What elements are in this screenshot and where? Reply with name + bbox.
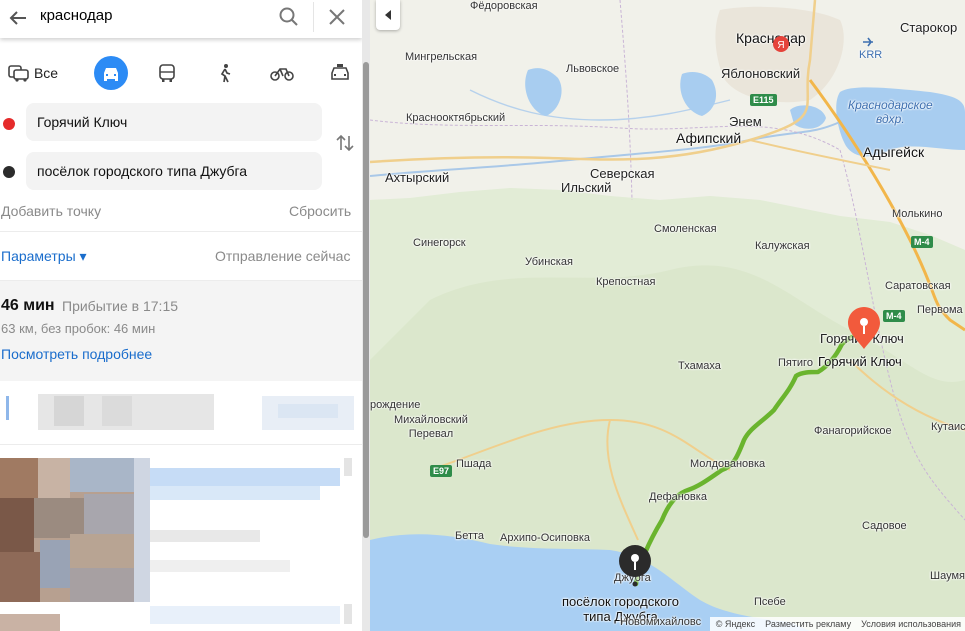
advertise-link[interactable]: Разместить рекламу: [765, 619, 851, 629]
map[interactable]: Фёдоровская Краснодар Я Старокор KRR Ябл…: [370, 0, 965, 631]
mode-all[interactable]: Все: [4, 56, 62, 90]
transport-modes: Все: [0, 56, 362, 90]
map-label: Адыгейск: [863, 144, 925, 160]
map-label: KRR: [859, 49, 883, 61]
map-label: Синегорск: [413, 237, 466, 249]
map-label: Михайловский Перевал: [394, 414, 468, 440]
map-label: Краснодар: [736, 30, 806, 46]
divider: [0, 444, 362, 445]
mode-car[interactable]: [94, 56, 128, 90]
road-number-badge: E115: [750, 94, 777, 106]
to-dot-icon: [3, 166, 15, 178]
map-label: Старокор: [900, 20, 958, 35]
map-label: Калужская: [755, 240, 810, 252]
map-label: Афипский: [676, 130, 742, 146]
chevron-left-icon: [385, 10, 391, 20]
map-label: Пятиго: [778, 357, 813, 369]
map-label: Львовское: [566, 63, 620, 75]
route-duration: 46 мин: [1, 297, 55, 314]
car-icon: [104, 68, 118, 81]
map-label: Энем: [729, 114, 762, 129]
mode-taxi[interactable]: [324, 56, 356, 90]
back-arrow-icon[interactable]: [6, 6, 30, 30]
close-icon[interactable]: [324, 4, 350, 30]
map-label: Смоленская: [654, 223, 717, 235]
map-label: Кутаис: [931, 421, 965, 433]
route-details-link[interactable]: Посмотреть подробнее: [1, 346, 152, 362]
map-label: Бетта: [455, 530, 485, 542]
route-end-pin-icon[interactable]: [618, 544, 652, 588]
route-from-field[interactable]: Горячий Ключ: [26, 103, 322, 141]
search-bar: краснодар: [0, 0, 362, 38]
bus-icon: [159, 64, 175, 82]
panel-scroll-thumb[interactable]: [363, 62, 369, 538]
reset-link[interactable]: Сбросить: [289, 203, 351, 219]
map-label: Саратовская: [885, 280, 951, 292]
taxi-icon: [331, 64, 349, 80]
departure-time-link[interactable]: Отправление сейчас: [215, 248, 350, 264]
search-icon[interactable]: [276, 4, 302, 30]
collapse-panel-button[interactable]: [376, 0, 400, 30]
pedestrian-icon: [220, 64, 231, 83]
map-copyright-bar: © Яндекс Разместить рекламу Условия испо…: [709, 617, 965, 631]
copyright-text[interactable]: © Яндекс: [716, 619, 755, 629]
divider: [0, 231, 362, 232]
map-label: Северская: [590, 166, 655, 181]
mode-bike[interactable]: [266, 56, 298, 90]
map-label: Краснооктябрьский: [406, 112, 506, 124]
route-to-field[interactable]: посёлок городского типа Джубга: [26, 152, 322, 190]
map-label: Молдовановка: [690, 458, 766, 470]
map-label: Архипо-Осиповка: [500, 532, 591, 544]
map-label: Пшада: [456, 458, 492, 470]
mode-public-transport[interactable]: [152, 56, 182, 90]
map-label: Фанагорийское: [814, 425, 892, 437]
search-divider: [313, 2, 314, 32]
map-label: Мингрельская: [405, 51, 478, 63]
car-bus-icon: [8, 65, 29, 82]
road-number-badge: M-4: [911, 236, 933, 248]
map-label: Краснодарское вдхр.: [848, 98, 933, 126]
search-input[interactable]: краснодар: [40, 6, 112, 26]
route-start-pin-icon[interactable]: [847, 306, 881, 350]
airport-icon: [863, 37, 873, 47]
road-number-badge: M-4: [883, 310, 905, 322]
map-label: Ильский: [561, 180, 612, 195]
mode-walk[interactable]: [210, 56, 240, 90]
terms-link[interactable]: Условия использования: [861, 619, 961, 629]
map-label: Ахтырский: [385, 170, 450, 185]
map-label: Новомихайловс: [620, 616, 702, 628]
map-label: Фёдоровская: [470, 0, 538, 12]
parameters-dropdown[interactable]: Параметры ▾: [1, 248, 87, 265]
add-point-link[interactable]: Добавить точку: [1, 203, 101, 219]
map-label: Тхамаха: [678, 360, 721, 372]
svg-text:Я: Я: [777, 40, 784, 51]
map-label: Убинская: [525, 256, 573, 268]
route-option-card[interactable]: 46 мин Прибытие в 17:15 63 км, без пробо…: [0, 281, 362, 381]
map-label: рождение: [370, 399, 421, 411]
route-arrival: Прибытие в 17:15: [62, 298, 179, 314]
map-label: Дефановка: [649, 491, 707, 503]
route-panel: краснодар Все Горячий Ключ посёлок город…: [0, 0, 362, 631]
route-distance: 63 км, без пробок: 46 мин: [1, 321, 156, 336]
mode-all-label: Все: [33, 65, 59, 81]
map-label: Молькино: [892, 208, 943, 220]
route-start-label: Горячий Ключ: [818, 354, 902, 369]
map-label: Шаумя: [930, 570, 965, 582]
swap-icon[interactable]: [334, 132, 356, 154]
map-label: Первома: [917, 304, 963, 316]
map-label: Яблоновский: [721, 66, 801, 81]
yandex-poi-icon: Я: [773, 36, 789, 52]
from-dot-icon: [3, 118, 15, 130]
bicycle-icon: [270, 68, 294, 81]
map-label: Псебе: [754, 596, 786, 608]
map-label: Крепостная: [596, 276, 656, 288]
road-number-badge: E97: [430, 465, 453, 477]
map-label: Садовое: [862, 520, 907, 532]
